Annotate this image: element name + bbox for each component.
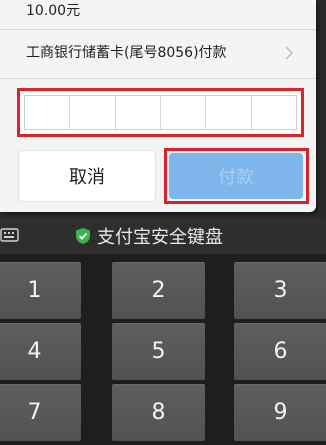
password-cell <box>25 96 71 129</box>
divider <box>0 78 316 79</box>
key-3[interactable]: 3 <box>234 262 326 319</box>
key-2[interactable]: 2 <box>112 262 205 319</box>
payment-amount: 10.00元 <box>26 3 81 19</box>
password-highlight-box <box>17 88 304 137</box>
key-5[interactable]: 5 <box>112 323 205 380</box>
key-4[interactable]: 4 <box>0 323 81 380</box>
cancel-button[interactable]: 取消 <box>18 150 156 202</box>
password-cell <box>161 96 207 129</box>
numeric-keypad: 1 2 3 4 5 6 7 8 9 <box>0 254 326 445</box>
password-cell <box>116 96 161 129</box>
key-6[interactable]: 6 <box>234 323 326 380</box>
keyboard-header: 支付宝安全键盘 <box>0 218 326 254</box>
keyboard-title: 支付宝安全键盘 <box>75 218 223 254</box>
payment-dialog: 10.00元 工商银行储蓄卡(尾号8056)付款 取消 付款 <box>0 0 316 212</box>
chevron-right-icon <box>285 46 293 60</box>
key-9[interactable]: 9 <box>234 384 326 441</box>
password-input[interactable] <box>24 95 297 130</box>
password-cell <box>70 96 116 129</box>
key-7[interactable]: 7 <box>0 384 81 441</box>
key-1[interactable]: 1 <box>0 262 81 319</box>
password-cell <box>252 96 296 129</box>
payment-method-label: 工商银行储蓄卡(尾号8056)付款 <box>26 45 227 61</box>
password-cell <box>206 96 252 129</box>
key-8[interactable]: 8 <box>112 384 205 441</box>
keyboard-icon[interactable] <box>0 227 20 243</box>
keyboard-title-text: 支付宝安全键盘 <box>97 227 223 248</box>
payment-method-row[interactable]: 工商银行储蓄卡(尾号8056)付款 <box>0 30 316 80</box>
pay-button[interactable]: 付款 <box>169 153 303 199</box>
shield-check-icon <box>76 228 90 244</box>
